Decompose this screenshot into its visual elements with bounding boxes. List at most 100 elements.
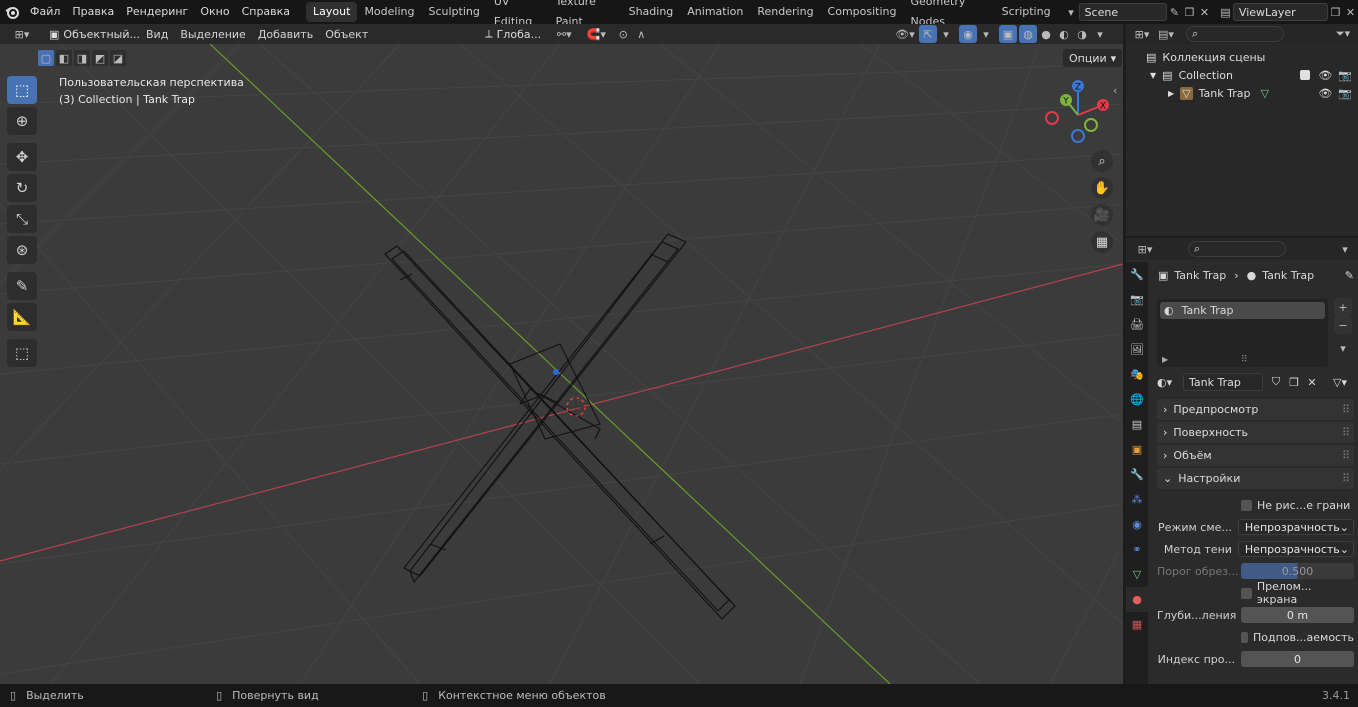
- scene-tab-icon[interactable]: 🎭: [1126, 362, 1148, 387]
- transform-tool[interactable]: ⊛: [7, 236, 37, 264]
- view-layer-icon[interactable]: ▤: [1218, 3, 1233, 21]
- falloff-icon[interactable]: ∧: [632, 25, 650, 43]
- menu-object[interactable]: Объект: [319, 28, 374, 41]
- material-shading-icon[interactable]: ◐: [1055, 25, 1073, 43]
- fake-user-icon[interactable]: ⛉: [1267, 375, 1285, 389]
- wireframe-shading-icon[interactable]: ◍: [1019, 25, 1037, 43]
- properties-options-icon[interactable]: ▾: [1336, 240, 1354, 258]
- mode-selector[interactable]: ▣ Объектный...: [44, 25, 140, 43]
- move-tool[interactable]: ✥: [7, 143, 37, 171]
- data-tab-icon[interactable]: ▽: [1126, 562, 1148, 587]
- subsurface-translucency-checkbox[interactable]: [1241, 631, 1249, 643]
- menu-help[interactable]: Справка: [236, 1, 296, 23]
- annotate-tool[interactable]: ✎: [7, 272, 37, 300]
- duplicate-material-icon[interactable]: ❐: [1285, 376, 1303, 389]
- view-layer-selector[interactable]: ViewLayer: [1232, 3, 1329, 21]
- display-mode-icon[interactable]: ▤▾: [1154, 25, 1178, 43]
- select-box-tool[interactable]: ⬚: [7, 76, 37, 104]
- select-invert-icon[interactable]: ◩: [92, 50, 108, 66]
- gizmo-neg-y[interactable]: [1084, 118, 1098, 132]
- world-tab-icon[interactable]: 🌐: [1126, 387, 1148, 412]
- snap-icon[interactable]: 🧲▾: [578, 25, 614, 43]
- overlay-toggle-icon[interactable]: ◉: [959, 25, 977, 43]
- outliner-row-collection[interactable]: ▼ ▤ Collection 👁 📷: [1126, 66, 1358, 84]
- tab-shading[interactable]: Shading: [622, 2, 681, 22]
- gizmo-neg-z[interactable]: [1071, 129, 1085, 143]
- new-scene-icon[interactable]: ❐: [1182, 3, 1197, 21]
- remove-slot-button[interactable]: −: [1334, 316, 1352, 334]
- tab-modeling[interactable]: Modeling: [357, 2, 421, 22]
- overlay-dropdown-icon[interactable]: ▾: [977, 25, 995, 43]
- panel-preview[interactable]: › Предпросмотр ⠿: [1157, 399, 1354, 420]
- 3d-viewport[interactable]: ▢ ◧ ◨ ◩ ◪ Пользовательская перспектива (…: [0, 44, 1123, 684]
- panel-volume[interactable]: › Объём ⠿: [1157, 445, 1354, 466]
- tool-tab-icon[interactable]: 🔧: [1126, 262, 1148, 287]
- collection-tab-icon[interactable]: ▤: [1126, 412, 1148, 437]
- panel-drag-icon[interactable]: ⠿: [1342, 472, 1350, 485]
- subsurface-translucency-row[interactable]: Подпов...аемость: [1157, 628, 1354, 646]
- collection-expand-icon[interactable]: ▼: [1150, 71, 1156, 80]
- material-slots-list[interactable]: ◐ Tank Trap ▶ ⠿: [1157, 299, 1328, 367]
- panel-settings[interactable]: ⌄ Настройки ⠿: [1157, 468, 1354, 489]
- pin-properties-icon[interactable]: ✎: [1345, 269, 1354, 282]
- panel-drag-icon[interactable]: ⠿: [1342, 403, 1350, 416]
- navigation-gizmo[interactable]: Z Y X: [1043, 80, 1113, 150]
- cursor-tool[interactable]: ⊕: [7, 107, 37, 135]
- unlink-material-icon[interactable]: ✕: [1303, 376, 1321, 389]
- texture-tab-icon[interactable]: ▦: [1126, 612, 1148, 637]
- menu-file[interactable]: Файл: [24, 1, 66, 23]
- properties-editor-icon[interactable]: ⊞▾: [1132, 240, 1158, 258]
- ortho-grid-icon[interactable]: ▦: [1091, 231, 1113, 253]
- properties-search[interactable]: ⌕: [1188, 241, 1286, 257]
- menu-view[interactable]: Вид: [140, 28, 174, 41]
- material-tab-icon[interactable]: ●: [1126, 587, 1148, 612]
- constraints-tab-icon[interactable]: ⚭: [1126, 537, 1148, 562]
- render-shading-icon[interactable]: ◑: [1073, 25, 1091, 43]
- pass-index-field[interactable]: 0: [1241, 651, 1354, 667]
- view-layer-tab-icon[interactable]: 🖼: [1126, 337, 1148, 362]
- object-eye-icon[interactable]: 👁: [1318, 87, 1332, 100]
- blender-logo-icon[interactable]: [4, 3, 20, 21]
- select-subtract-icon[interactable]: ◨: [74, 50, 90, 66]
- mesh-data-icon[interactable]: ▽: [1261, 87, 1319, 100]
- panel-drag-icon[interactable]: ⠿: [1342, 426, 1350, 439]
- pivot-icon[interactable]: ⚯▾: [550, 25, 578, 43]
- outliner-row-object[interactable]: ▶ ▽ Tank Trap ▽ 👁 📷: [1126, 84, 1358, 102]
- filter-icon[interactable]: ⏷▾: [1330, 25, 1356, 43]
- refraction-depth-field[interactable]: 0 m: [1241, 607, 1354, 623]
- transform-orientation[interactable]: ⟂ Глоба...: [480, 25, 551, 43]
- proportional-edit-icon[interactable]: ⊙: [614, 25, 632, 43]
- tab-layout[interactable]: Layout: [306, 2, 358, 22]
- particles-tab-icon[interactable]: ⁂: [1126, 487, 1148, 512]
- collection-checkbox[interactable]: [1300, 70, 1311, 80]
- object-expand-icon[interactable]: ▶: [1168, 89, 1174, 98]
- object-camera-icon[interactable]: 📷: [1338, 87, 1352, 100]
- collection-camera-icon[interactable]: 📷: [1338, 69, 1352, 82]
- scene-selector[interactable]: Scene: [1078, 3, 1168, 21]
- options-button[interactable]: Опции ▾: [1063, 49, 1123, 67]
- outliner-search[interactable]: ⌕: [1186, 26, 1284, 42]
- render-tab-icon[interactable]: 📷: [1126, 287, 1148, 312]
- gizmo-dropdown-icon[interactable]: ▾: [937, 25, 955, 43]
- screen-refraction-row[interactable]: Прелом... экрана: [1157, 580, 1354, 606]
- menu-add[interactable]: Добавить: [252, 28, 319, 41]
- scale-tool[interactable]: ⤡: [7, 205, 37, 233]
- gizmo-toggle-icon[interactable]: ⇱: [919, 25, 937, 43]
- collapse-arrow-icon[interactable]: ‹: [1113, 84, 1117, 97]
- slot-specials-icon[interactable]: ▾: [1334, 339, 1352, 357]
- camera-view-icon[interactable]: 🎥: [1091, 204, 1113, 226]
- pin-icon[interactable]: ✎: [1167, 3, 1182, 21]
- slot-resize-handle[interactable]: ⠿: [1241, 355, 1248, 365]
- scene-icon[interactable]: ▾: [1064, 3, 1079, 21]
- blend-mode-dropdown[interactable]: Непрозрачность ⌄: [1237, 519, 1354, 535]
- zoom-icon[interactable]: ⌕: [1091, 150, 1113, 172]
- object-tab-icon[interactable]: ▣: [1126, 437, 1148, 462]
- backface-culling-row[interactable]: Не рис...е грани: [1157, 496, 1354, 514]
- shading-dropdown-icon[interactable]: ▾: [1091, 25, 1109, 43]
- menu-edit[interactable]: Правка: [66, 1, 120, 23]
- clip-threshold-slider[interactable]: 0.500: [1241, 563, 1354, 579]
- tab-animation[interactable]: Animation: [680, 2, 750, 22]
- select-extend-icon[interactable]: ◧: [56, 50, 72, 66]
- visibility-icon[interactable]: 👁▾: [891, 25, 919, 43]
- close-view-layer-icon[interactable]: ✕: [1343, 3, 1358, 21]
